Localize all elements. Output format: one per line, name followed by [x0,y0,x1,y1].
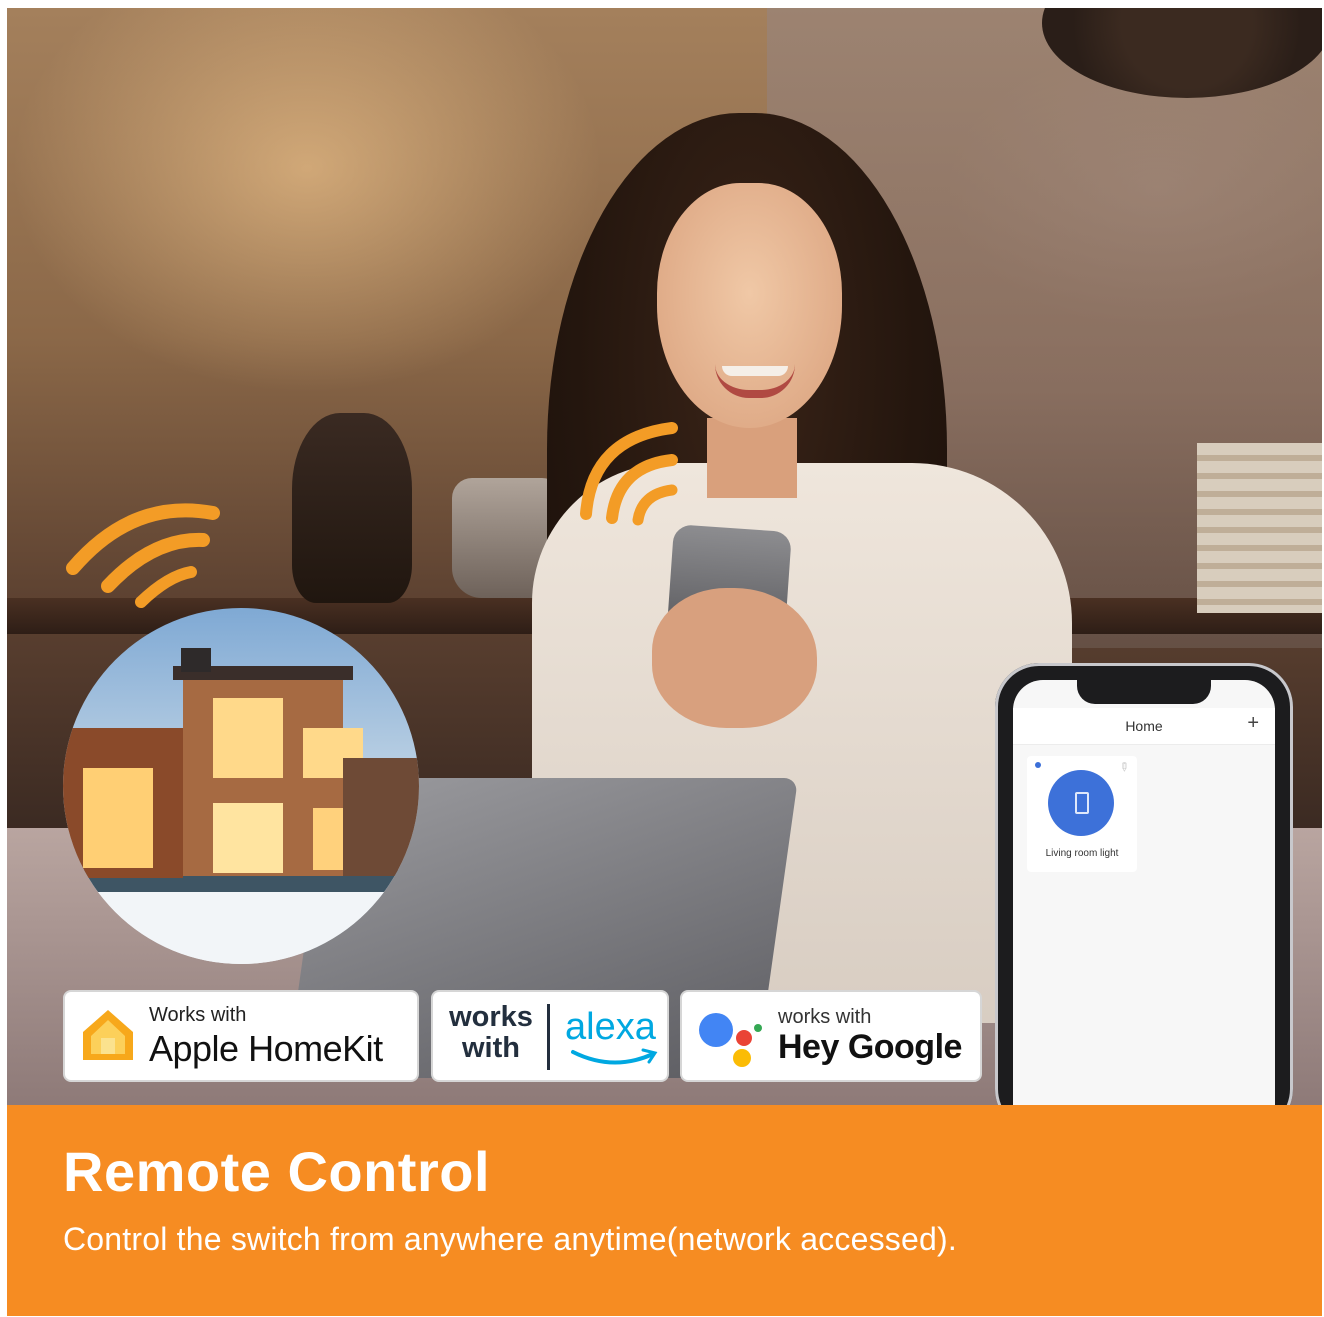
app-header: Home + [1013,708,1275,745]
device-card[interactable]: ✎ Living room light [1027,756,1137,872]
alexa-works-with-label: works with [449,1001,533,1064]
phone-notch [1077,680,1211,704]
google-assistant-icon [696,1008,766,1075]
alexa-badge: works with alexa [431,990,669,1082]
google-big-label: Hey Google [778,1028,962,1066]
banner-title: Remote Control [63,1140,490,1203]
switch-icon [1075,792,1089,814]
homekit-house-icon [79,1006,137,1069]
homekit-small-label: Works with [149,1004,247,1026]
device-label: Living room light [1045,848,1119,859]
app-screen: Home + ✎ Living room light [1013,680,1275,1120]
badge-divider [547,1004,550,1070]
google-small-label: works with [778,1006,872,1028]
feature-banner: Remote Control Control the switch from a… [7,1105,1322,1316]
vase [292,413,412,603]
google-badge: works with Hey Google [680,990,982,1082]
edit-icon[interactable]: ✎ [1115,758,1132,775]
books [1197,443,1322,613]
device-power-button[interactable] [1048,770,1114,836]
house-photo [63,608,419,964]
add-device-button[interactable]: + [1247,712,1259,735]
hand [652,588,817,728]
homekit-big-label: Apple HomeKit [149,1028,383,1069]
product-image: Works with Apple HomeKit works with alexa… [7,8,1322,1316]
homekit-badge: Works with Apple HomeKit [63,990,419,1082]
wifi-signal-icon [63,498,233,608]
banner-subtitle: Control the switch from anywhere anytime… [63,1221,957,1257]
app-title: Home [1125,718,1163,734]
alexa-logo-text: alexa [565,1006,656,1048]
wifi-signal-icon [572,418,682,528]
alexa-smile-icon [569,1048,659,1075]
online-indicator [1035,762,1041,768]
